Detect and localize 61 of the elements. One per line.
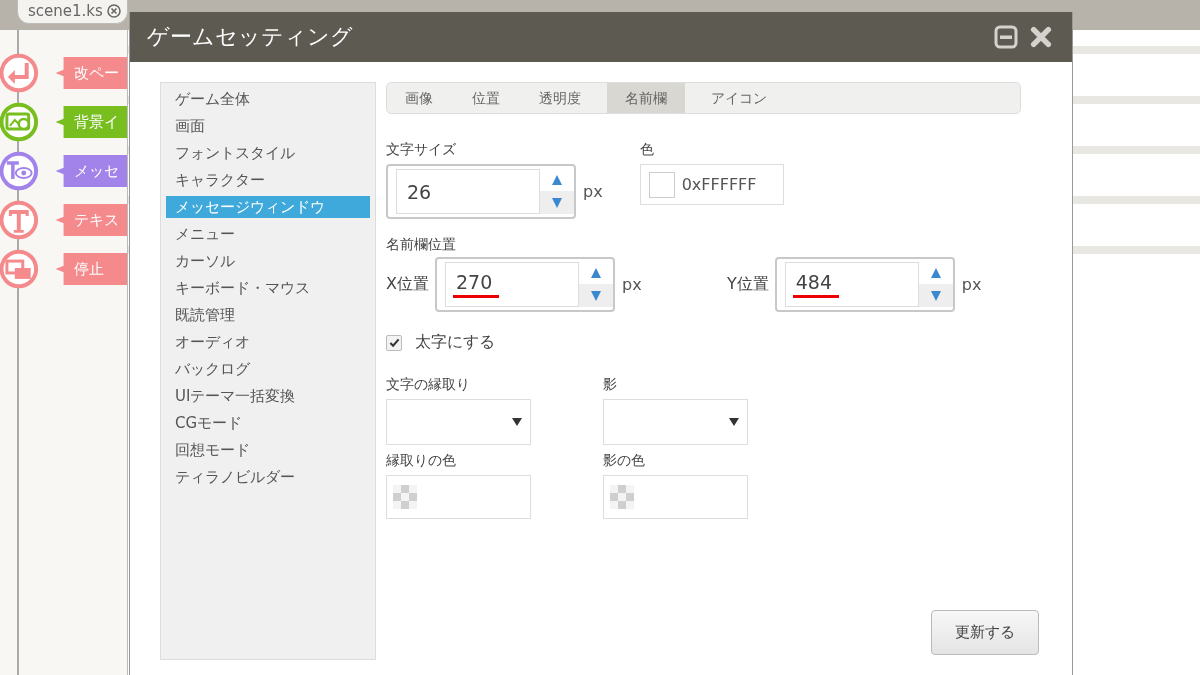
- field-label: 影: [603, 375, 617, 393]
- menu-item[interactable]: フォントスタイル: [166, 140, 370, 167]
- dropdown-caret-icon: [512, 417, 522, 427]
- text-eye-icon[interactable]: [0, 151, 39, 191]
- letter-t-icon[interactable]: [0, 200, 39, 240]
- field-label: 文字の縁取り: [386, 375, 470, 393]
- update-button[interactable]: 更新する: [931, 610, 1039, 655]
- number-field[interactable]: 26: [386, 164, 576, 219]
- number-field[interactable]: 270: [434, 257, 615, 312]
- unit-label: px: [961, 275, 982, 294]
- menu-item[interactable]: キャラクター: [166, 167, 370, 194]
- field-label: 影の色: [603, 451, 645, 469]
- menu-item[interactable]: ティラノビルダー: [166, 464, 370, 491]
- color-picker-field[interactable]: [603, 475, 748, 519]
- checkbox[interactable]: [386, 334, 402, 351]
- tab[interactable]: 名前欄: [607, 83, 685, 113]
- color-swatch: [648, 171, 675, 198]
- tab[interactable]: 位置: [459, 83, 513, 113]
- field-label: X位置: [386, 274, 429, 295]
- dialog-title: ゲームセッティング: [147, 23, 354, 51]
- menu-item[interactable]: 回想モード: [166, 437, 370, 464]
- menu-item[interactable]: メニュー: [166, 221, 370, 248]
- down-arrow-icon[interactable]: [589, 289, 602, 302]
- menu-item[interactable]: ゲーム全体: [166, 86, 370, 113]
- minimize-icon[interactable]: [994, 25, 1018, 49]
- menu-item[interactable]: 既読管理: [166, 302, 370, 329]
- menu-item[interactable]: 画面: [166, 113, 370, 140]
- windows-icon[interactable]: [0, 249, 39, 289]
- menu-item[interactable]: カーソル: [166, 248, 370, 275]
- image-icon[interactable]: [0, 102, 39, 142]
- file-tab[interactable]: scene1.ks: [17, 0, 128, 24]
- menu-item[interactable]: UIテーマ一括変換: [166, 383, 370, 410]
- return-arrow-icon[interactable]: [0, 53, 39, 93]
- checkbox-label: 太字にする: [415, 332, 495, 353]
- up-arrow-icon[interactable]: [551, 174, 563, 187]
- menu-item[interactable]: オーディオ: [166, 329, 370, 356]
- menu-item[interactable]: バックログ: [166, 356, 370, 383]
- tab[interactable]: 透明度: [526, 83, 594, 113]
- field-label: 文字サイズ: [386, 140, 456, 158]
- color-picker-field[interactable]: [386, 475, 531, 519]
- menu-item[interactable]: CGモード: [166, 410, 370, 437]
- transparent-swatch-icon: [393, 485, 417, 509]
- color-value: 0xFFFFFF: [681, 175, 757, 194]
- color-field[interactable]: 0xFFFFFF: [639, 164, 784, 205]
- close-icon[interactable]: [106, 4, 121, 18]
- field-label: Y位置: [727, 274, 769, 295]
- unit-label: px: [583, 182, 603, 201]
- transparent-swatch-icon: [610, 485, 634, 509]
- field-label: 縁取りの色: [386, 451, 456, 469]
- tab[interactable]: 画像: [392, 83, 446, 113]
- down-arrow-icon[interactable]: [929, 289, 942, 302]
- field-label: 色: [639, 140, 654, 158]
- dropdown-caret-icon: [729, 417, 739, 427]
- number-field[interactable]: 484: [774, 257, 955, 312]
- field-label: 名前欄位置: [386, 235, 456, 253]
- up-arrow-icon[interactable]: [589, 267, 602, 280]
- down-arrow-icon[interactable]: [551, 196, 563, 209]
- menu-item[interactable]: キーボード・マウス: [166, 275, 370, 302]
- up-arrow-icon[interactable]: [929, 267, 942, 280]
- unit-label: px: [621, 275, 642, 294]
- tab[interactable]: アイコン: [698, 83, 780, 113]
